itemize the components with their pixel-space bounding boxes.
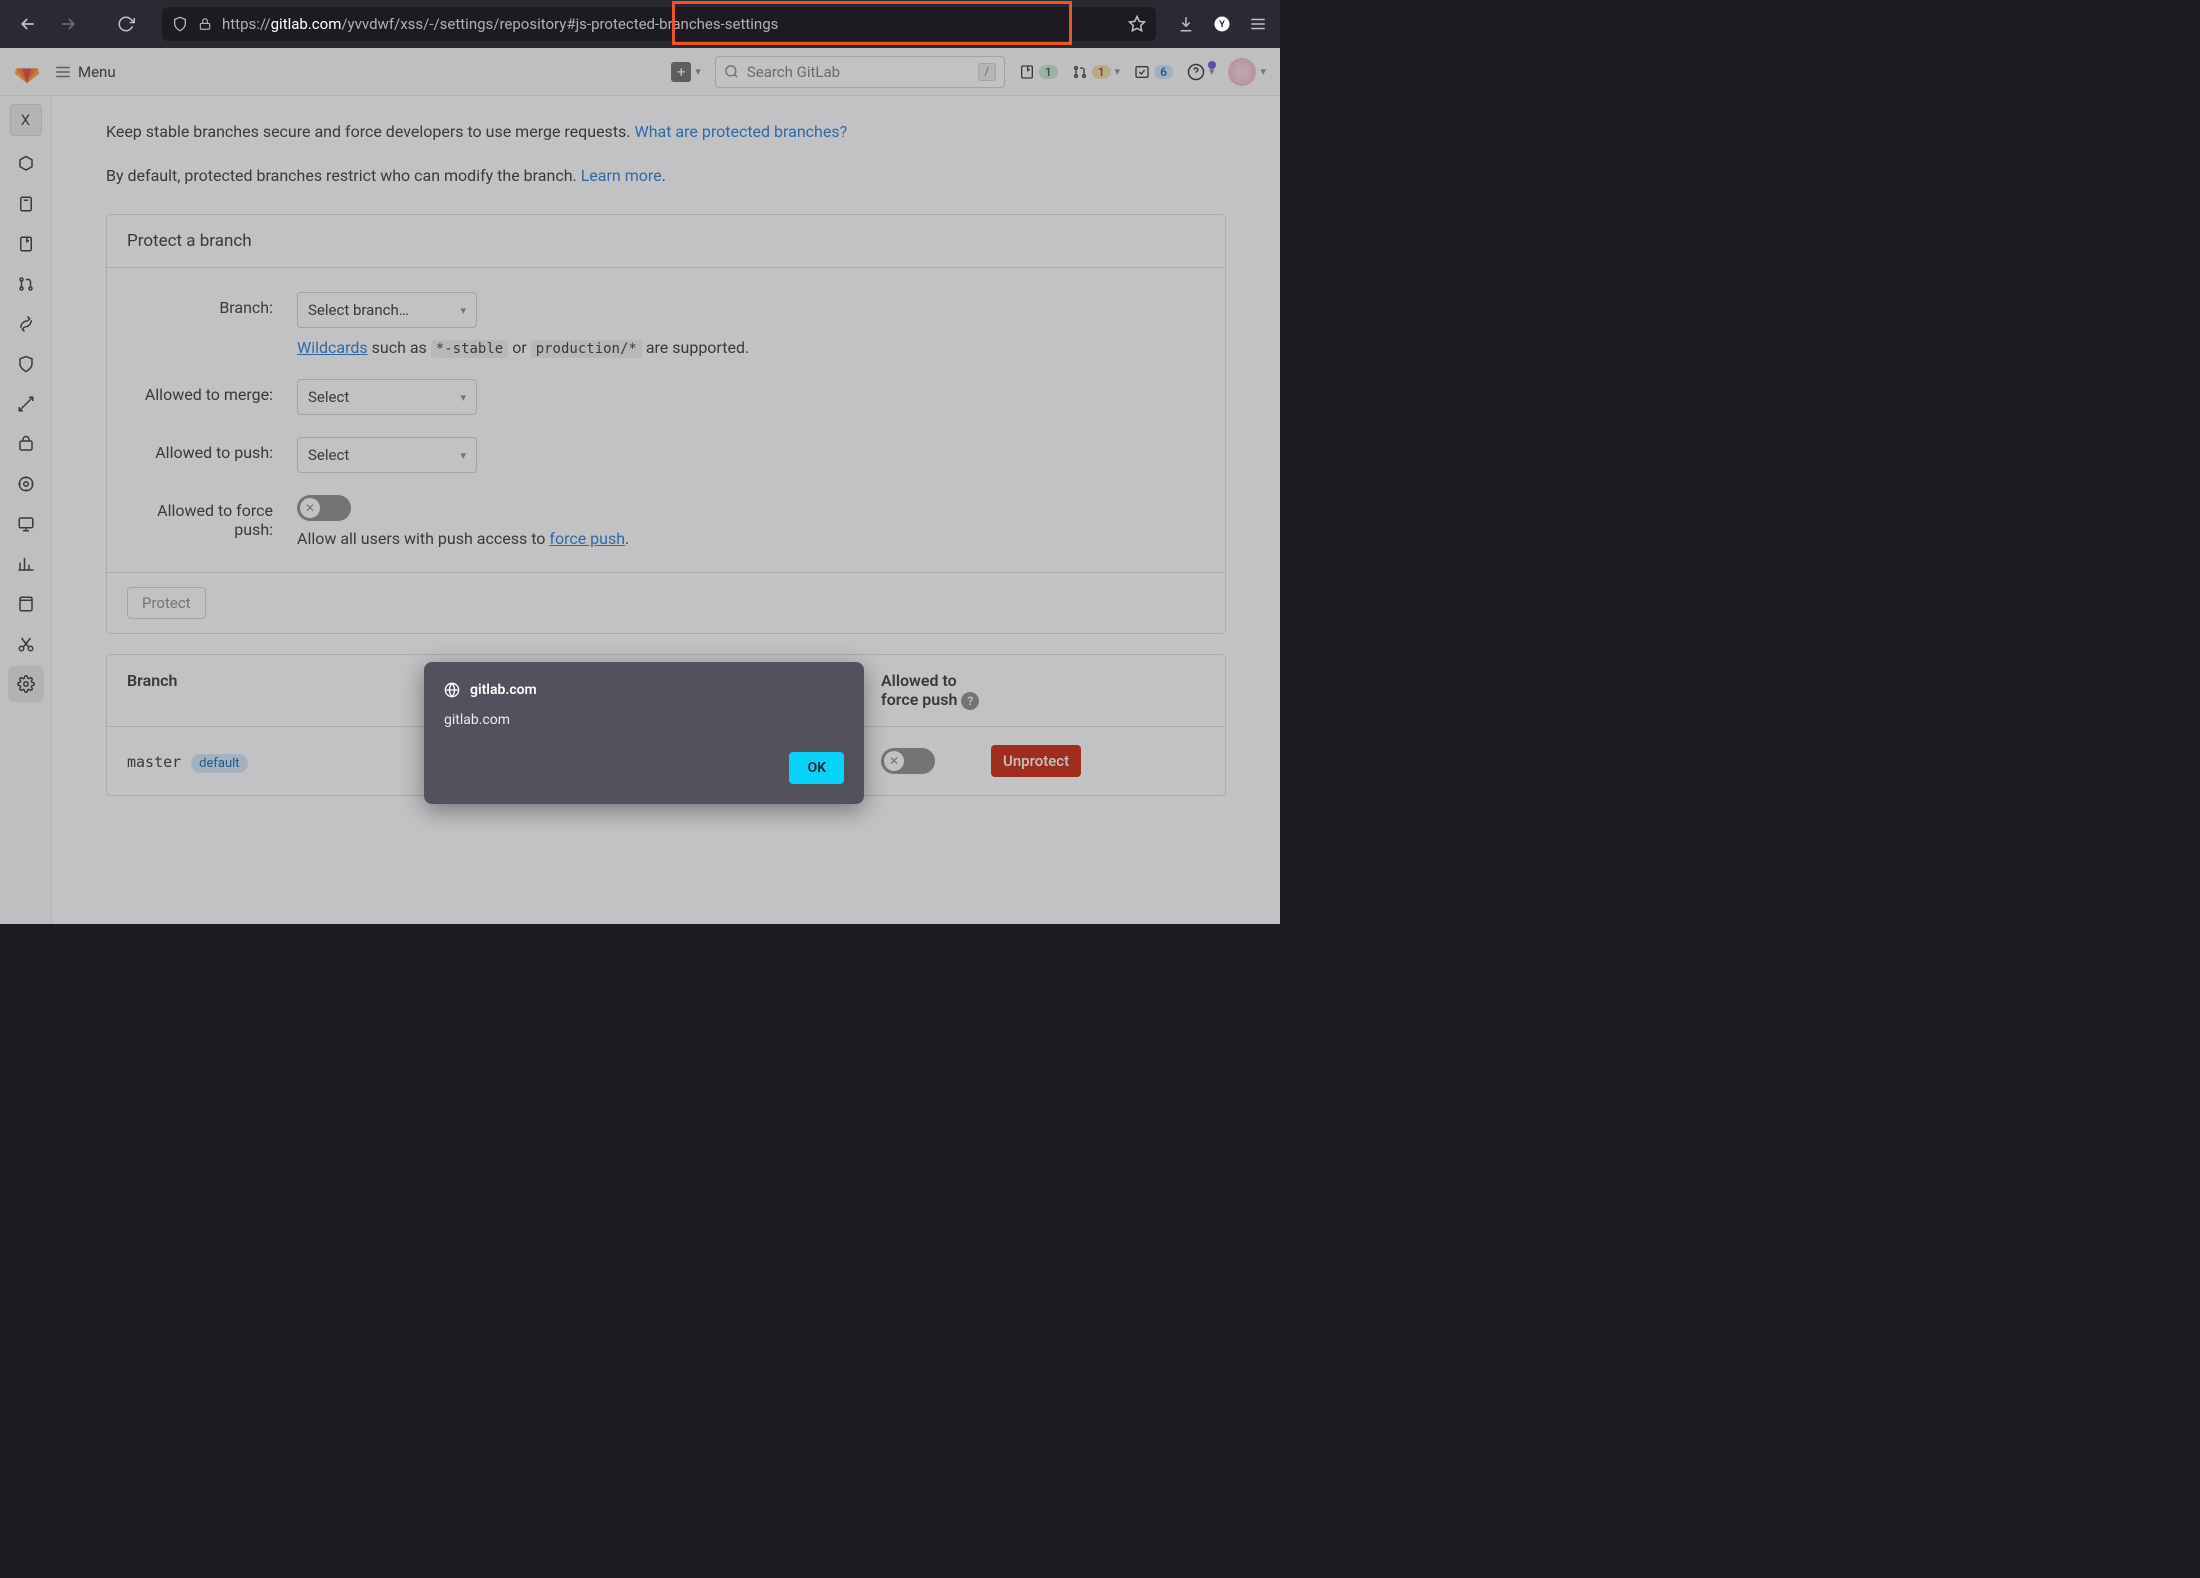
sidebar-analytics[interactable] [8,546,44,582]
js-alert-dialog: gitlab.com gitlab.com OK [424,662,864,804]
back-button[interactable] [12,8,44,40]
todos-link[interactable]: 6 [1134,64,1173,80]
push-label: Allowed to push: [127,437,297,462]
branch-select[interactable]: Select branch…▾ [297,292,477,328]
account-icon[interactable]: Y [1212,14,1232,34]
sidebar-settings[interactable] [8,666,44,702]
star-icon[interactable] [1128,15,1146,33]
force-push-toggle[interactable]: ✕ [297,495,351,521]
sidebar-wiki[interactable] [8,586,44,622]
help-notification-dot [1208,61,1216,69]
gitlab-navbar: Menu + ▾ Search GitLab / 1 1 ▾ 6 ▾ [0,48,1280,96]
col-force: Allowed to force push? [881,671,991,710]
unprotect-button[interactable]: Unprotect [991,745,1081,777]
branch-name: master [127,753,181,771]
menu-label: Menu [78,63,116,81]
hamburger-icon [54,63,72,81]
merge-request-icon [1072,64,1088,80]
gitlab-logo-icon[interactable] [14,59,40,85]
protect-button[interactable]: Protect [127,587,206,619]
url-text: https://gitlab.com/yvvdwf/xss/-/settings… [222,15,778,33]
col-branch: Branch [127,671,425,710]
search-placeholder: Search GitLab [747,63,840,81]
mr-link[interactable]: 1 ▾ [1072,64,1120,80]
sidebar-infrastructure[interactable] [8,466,44,502]
project-avatar[interactable]: X [10,104,42,136]
alert-title: gitlab.com [444,682,844,698]
alert-message: gitlab.com [444,712,844,728]
todo-icon [1134,64,1150,80]
app-menu-icon[interactable] [1248,14,1268,34]
mr-count: 1 [1092,65,1111,79]
todo-count: 6 [1154,65,1173,79]
extension-icons: Y [1176,14,1268,34]
help-link[interactable]: ▾ [1187,63,1215,81]
toggle-off-icon: ✕ [884,751,904,771]
sidebar-merge-requests[interactable] [8,266,44,302]
sidebar-deployments[interactable] [8,386,44,422]
branch-label: Branch: [127,292,297,317]
intro-text-2: By default, protected branches restrict … [106,164,1226,188]
downloads-icon[interactable] [1176,14,1196,34]
protected-branches-link[interactable]: What are protected branches? [635,122,848,141]
sidebar-issues[interactable] [8,226,44,262]
lock-icon [198,17,212,31]
intro-text: Keep stable branches secure and force de… [106,120,1226,144]
avatar [1228,58,1256,86]
force-push-label: Allowed to force push: [127,495,297,539]
svg-text:Y: Y [1219,20,1225,30]
wildcards-link[interactable]: Wildcards [297,338,368,357]
shield-icon [172,16,188,32]
menu-button[interactable]: Menu [54,63,116,81]
new-button[interactable]: + ▾ [671,62,701,82]
sidebar-cicd[interactable] [8,306,44,342]
search-input[interactable]: Search GitLab / [715,56,1005,88]
sidebar-packages[interactable] [8,426,44,462]
merge-label: Allowed to merge: [127,379,297,404]
sidebar-project-info[interactable] [8,146,44,182]
browser-toolbar: https://gitlab.com/yvvdwf/xss/-/settings… [0,0,1280,48]
issues-icon [1019,64,1035,80]
force-push-link[interactable]: force push [549,529,625,548]
learn-more-link[interactable]: Learn more [581,166,662,185]
forward-button[interactable] [52,8,84,40]
sidebar-snippets[interactable] [8,626,44,662]
default-badge: default [191,754,247,773]
force-push-description: Allow all users with push access to forc… [297,529,1205,548]
allowed-merge-select[interactable]: Select▾ [297,379,477,415]
protect-branch-panel: Protect a branch Branch: Select branch…▾… [106,214,1226,634]
search-icon [724,64,739,79]
wildcards-hint: Wildcards such as *-stable or production… [297,338,1205,357]
toggle-off-icon: ✕ [300,498,320,518]
reload-button[interactable] [110,8,142,40]
alert-ok-button[interactable]: OK [789,752,844,784]
user-menu[interactable]: ▾ [1228,58,1266,86]
row-force-toggle[interactable]: ✕ [881,748,935,774]
project-sidebar: X [0,96,52,924]
sidebar-security[interactable] [8,346,44,382]
sidebar-monitor[interactable] [8,506,44,542]
issues-count: 1 [1039,65,1058,79]
url-bar[interactable]: https://gitlab.com/yvvdwf/xss/-/settings… [162,7,1156,41]
help-icon[interactable]: ? [961,692,979,710]
sidebar-repository[interactable] [8,186,44,222]
search-shortcut: / [978,63,996,81]
globe-icon [444,682,460,698]
allowed-push-select[interactable]: Select▾ [297,437,477,473]
help-icon [1187,63,1205,81]
panel-title: Protect a branch [107,215,1225,268]
issues-link[interactable]: 1 [1019,64,1058,80]
